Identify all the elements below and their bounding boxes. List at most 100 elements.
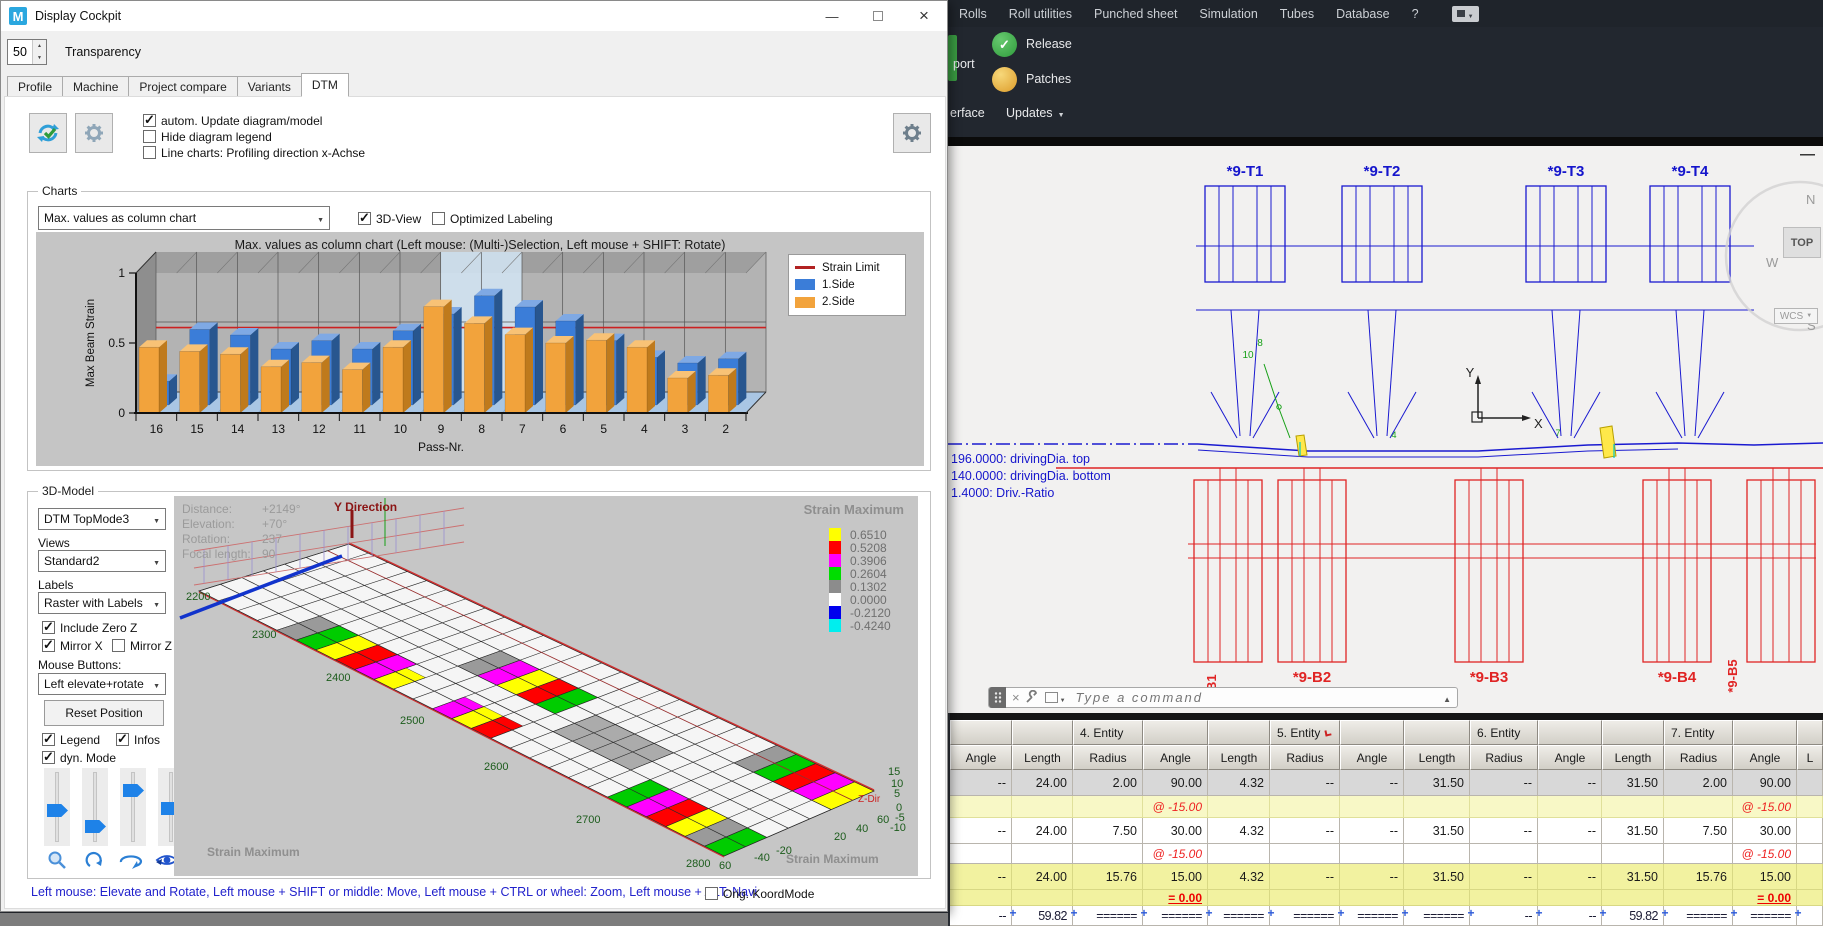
- table-cell[interactable]: [1538, 844, 1602, 864]
- table-cell[interactable]: --: [1538, 864, 1602, 890]
- table-cell[interactable]: [1797, 890, 1823, 906]
- bar-chart-canvas[interactable]: Max. values as column chart (Left mouse:…: [36, 232, 924, 466]
- release-button[interactable]: Release: [1026, 37, 1072, 51]
- table-cell[interactable]: 90.00: [1143, 770, 1208, 796]
- menu-?[interactable]: ?: [1401, 0, 1430, 27]
- rotate-horizontal-icon[interactable]: [118, 850, 144, 874]
- table-cell[interactable]: --: [1470, 864, 1538, 890]
- table-cell[interactable]: ======: [1208, 906, 1270, 926]
- updates-dropdown[interactable]: Updates: [1006, 106, 1065, 120]
- table-cell[interactable]: 15.00: [1733, 864, 1797, 890]
- table-cell[interactable]: [1470, 890, 1538, 906]
- zoom-slider[interactable]: [44, 768, 70, 846]
- reset-position-button[interactable]: Reset Position: [44, 700, 164, 726]
- table-cell[interactable]: --: [1270, 818, 1340, 844]
- spinner-up-icon[interactable]: [33, 40, 46, 52]
- view3d-option[interactable]: 3D-View: [358, 211, 421, 226]
- mirror-z-option[interactable]: Mirror Z: [112, 638, 172, 653]
- tab-variants[interactable]: Variants: [237, 76, 302, 97]
- table-cell[interactable]: 15.76: [1664, 864, 1733, 890]
- table-cell[interactable]: [1404, 890, 1470, 906]
- table-cell[interactable]: [1602, 796, 1664, 818]
- chart-type-dropdown[interactable]: Max. values as column chart: [38, 206, 330, 230]
- titlebar[interactable]: M Display Cockpit — ×: [1, 1, 947, 31]
- minimize-button[interactable]: —: [809, 1, 855, 31]
- slider-handle[interactable]: [85, 820, 106, 833]
- table-cell[interactable]: [1538, 796, 1602, 818]
- table-cell[interactable]: [950, 844, 1012, 864]
- table-cell[interactable]: ======: [1340, 906, 1404, 926]
- rotation-slider[interactable]: [120, 768, 146, 846]
- table-cell[interactable]: [950, 796, 1012, 818]
- optimized-labeling-option[interactable]: Optimized Labeling: [432, 211, 553, 226]
- table-cell[interactable]: 4.32: [1208, 864, 1270, 890]
- model-dropdown[interactable]: DTM TopMode3: [38, 508, 166, 530]
- tab-machine[interactable]: Machine: [62, 76, 129, 97]
- transparency-value[interactable]: 50: [8, 40, 32, 64]
- canvas-menu-icon[interactable]: —: [1800, 146, 1815, 163]
- views-dropdown[interactable]: Standard2: [38, 550, 166, 572]
- table-cell[interactable]: --: [1270, 770, 1340, 796]
- table-cell[interactable]: [1073, 796, 1143, 818]
- table-cell[interactable]: 15.00: [1143, 864, 1208, 890]
- table-cell[interactable]: ======: [1073, 906, 1143, 926]
- table-cell[interactable]: --: [1470, 906, 1538, 926]
- compass-north[interactable]: N: [1806, 192, 1815, 207]
- include-zero-z-option[interactable]: Include Zero Z: [42, 620, 137, 635]
- model-3d-viewport[interactable]: Distance:+2149°Elevation:+70°Rotation:23…: [174, 496, 918, 876]
- table-cell[interactable]: [950, 890, 1012, 906]
- labels-dropdown[interactable]: Raster with Labels: [38, 592, 166, 614]
- settings-button[interactable]: [75, 113, 113, 153]
- table-cell[interactable]: 7.50: [1664, 818, 1733, 844]
- table-cell[interactable]: [1270, 796, 1340, 818]
- compass-west[interactable]: W: [1766, 255, 1778, 270]
- rotate-vertical-icon[interactable]: [82, 848, 108, 872]
- table-cell[interactable]: 24.00: [1012, 818, 1073, 844]
- table-cell[interactable]: [1797, 796, 1823, 818]
- table-cell[interactable]: [1208, 844, 1270, 864]
- table-cell[interactable]: [1340, 796, 1404, 818]
- cad-drawing-area[interactable]: *9-T1*9-T2*9-T3*9-T4*9-B2*9-B3*9-B4*9-B1…: [948, 146, 1823, 713]
- spinner-down-icon[interactable]: [33, 52, 46, 64]
- option-checkbox-1[interactable]: Hide diagram legend: [143, 129, 272, 144]
- table-cell[interactable]: @ -15.00: [1733, 796, 1797, 818]
- table-cell[interactable]: 31.50: [1602, 864, 1664, 890]
- table-cell[interactable]: --: [1538, 770, 1602, 796]
- table-cell[interactable]: 4.32: [1208, 818, 1270, 844]
- table-cell[interactable]: @ -15.00: [1733, 844, 1797, 864]
- patches-button[interactable]: Patches: [1026, 72, 1071, 86]
- table-cell[interactable]: --: [950, 770, 1012, 796]
- command-line-bar[interactable]: ×: [988, 687, 1458, 708]
- table-cell[interactable]: --: [1538, 906, 1602, 926]
- table-cell[interactable]: ======: [1270, 906, 1340, 926]
- table-cell[interactable]: [1012, 796, 1073, 818]
- wcs-selector[interactable]: WCS: [1774, 308, 1818, 324]
- table-cell[interactable]: [1797, 818, 1823, 844]
- command-history-icon[interactable]: [1045, 692, 1058, 703]
- menu-simulation[interactable]: Simulation: [1188, 0, 1268, 27]
- table-cell[interactable]: [1404, 844, 1470, 864]
- table-cell[interactable]: [1664, 796, 1733, 818]
- checkbox[interactable]: [143, 114, 156, 127]
- update-model-button[interactable]: [29, 113, 67, 153]
- table-cell[interactable]: 2.00: [1664, 770, 1733, 796]
- table-cell[interactable]: 30.00: [1733, 818, 1797, 844]
- magnifier-icon[interactable]: [44, 848, 70, 872]
- table-cell[interactable]: = 0.00: [1733, 890, 1797, 906]
- table-cell[interactable]: [1270, 890, 1340, 906]
- table-cell[interactable]: 59.82: [1602, 906, 1664, 926]
- tab-profile[interactable]: Profile: [7, 76, 63, 97]
- table-cell[interactable]: [1664, 890, 1733, 906]
- infos-option[interactable]: Infos: [116, 732, 160, 747]
- table-cell[interactable]: 59.82: [1012, 906, 1073, 926]
- table-cell[interactable]: [1797, 770, 1823, 796]
- table-cell[interactable]: 15.76: [1073, 864, 1143, 890]
- table-cell[interactable]: 31.50: [1404, 770, 1470, 796]
- option-checkbox-0[interactable]: autom. Update diagram/model: [143, 113, 322, 128]
- table-cell[interactable]: = 0.00: [1143, 890, 1208, 906]
- table-cell[interactable]: [1404, 796, 1470, 818]
- table-cell[interactable]: 30.00: [1143, 818, 1208, 844]
- table-cell[interactable]: --: [1340, 864, 1404, 890]
- checkbox[interactable]: [143, 130, 156, 143]
- checkbox[interactable]: [358, 212, 371, 225]
